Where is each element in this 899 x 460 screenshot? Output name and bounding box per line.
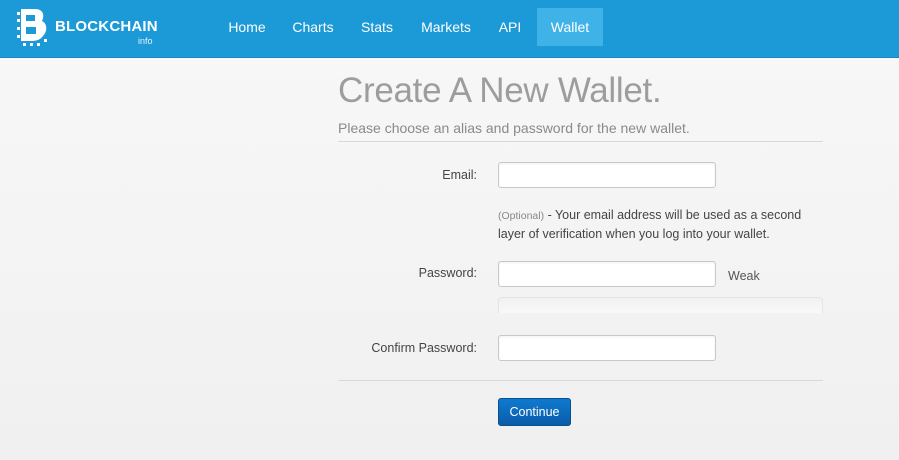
optional-tag: (Optional) [498,210,545,222]
brand-sub: info [138,36,153,46]
confirm-password-label: Confirm Password: [371,341,477,355]
nav-wallet[interactable]: Wallet [537,8,603,46]
blockchain-logo[interactable]: BLOCKCHAIN info [17,7,158,47]
email-input[interactable] [498,162,716,188]
nav-charts[interactable]: Charts [283,8,343,46]
nav-home[interactable]: Home [219,8,275,46]
email-help-body: - Your email address will be used as a s… [498,208,802,241]
password-label: Password: [418,266,477,280]
password-strength-label: Weak [728,269,760,283]
confirm-password-input[interactable] [498,335,716,361]
page-subtitle: Please choose an alias and password for … [338,120,690,136]
content-area [0,58,899,460]
page-title: Create A New Wallet. [338,71,662,110]
brand-name: BLOCKCHAIN [55,18,158,35]
email-label: Email: [442,168,477,182]
nav-stats[interactable]: Stats [352,8,402,46]
email-help-text: (Optional) - Your email address will be … [498,206,828,243]
top-navbar: BLOCKCHAIN info Home Charts Stats Market… [0,0,899,58]
nav-api[interactable]: API [488,8,532,46]
title-divider [338,141,823,142]
form-divider [338,380,823,381]
blockchain-b-icon [17,9,47,46]
password-input[interactable] [498,261,716,287]
nav-markets[interactable]: Markets [413,8,479,46]
password-strength-meter [498,297,823,313]
continue-button[interactable]: Continue [498,398,571,426]
